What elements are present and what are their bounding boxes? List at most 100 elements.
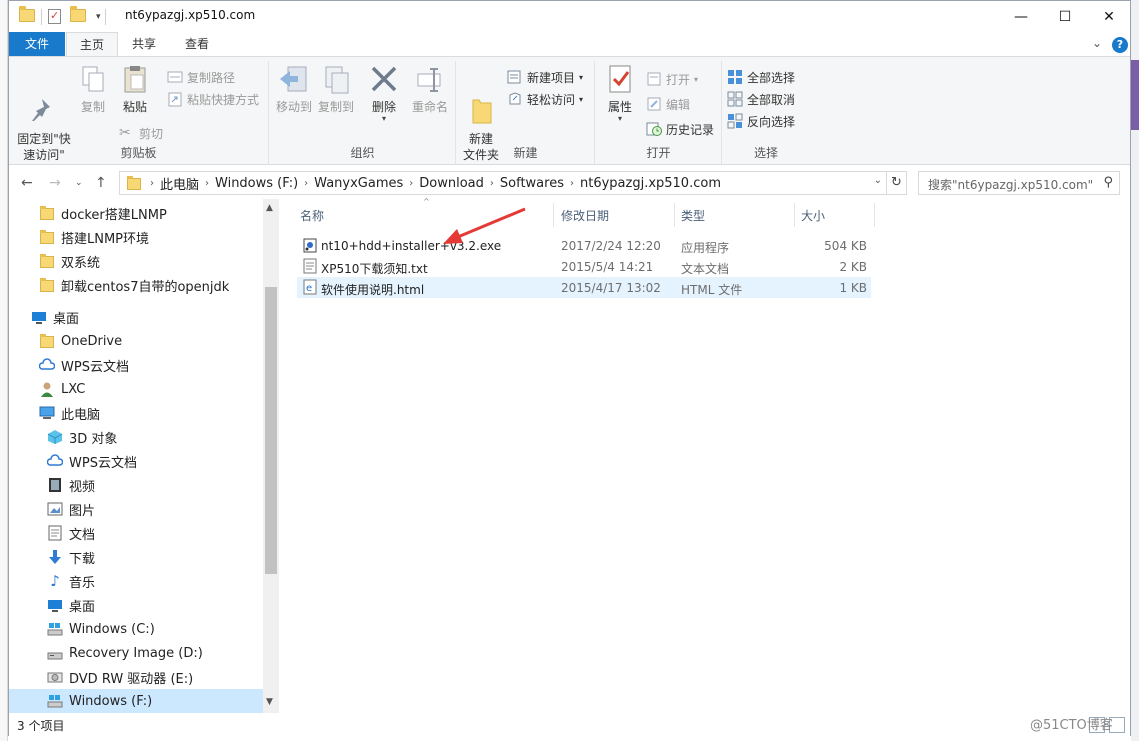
nav-item-label: Recovery Image (D:)	[69, 645, 203, 661]
address-dropdown-icon[interactable]: ⌄	[874, 175, 882, 186]
breadcrumb-separator-icon[interactable]: ›	[409, 178, 413, 189]
music-icon: ♪	[50, 572, 60, 590]
copy-to-button[interactable]: 复制到	[316, 63, 356, 115]
edit-button[interactable]: 编辑	[646, 94, 690, 114]
tab-view[interactable]: 查看	[171, 32, 223, 56]
column-header-type[interactable]: 类型	[681, 207, 705, 224]
breadcrumb-separator-icon[interactable]: ›	[304, 178, 308, 189]
easy-access-button[interactable]: 轻松访问 ▾	[507, 89, 583, 109]
new-folder-icon[interactable]	[70, 6, 86, 25]
nav-item-lnmp-env[interactable]: 搭建LNMP环境	[39, 225, 149, 249]
table-row[interactable]: nt10+hdd+installer+v3.2.exe 2017/2/24 12…	[297, 235, 871, 256]
close-button[interactable]: ✕	[1086, 1, 1132, 32]
column-header-date[interactable]: 修改日期	[561, 207, 609, 224]
table-row[interactable]: XP510下载须知.txt 2015/5/4 14:21 文本文档 2 KB	[297, 256, 871, 277]
copy-path-button[interactable]: 复制路径	[167, 67, 235, 87]
scroll-up-icon[interactable]: ▲	[266, 203, 273, 213]
rename-button[interactable]: 重命名	[408, 63, 452, 115]
search-icon[interactable]: ⚲	[1103, 175, 1113, 190]
breadcrumb-this-pc[interactable]: 此电脑	[160, 174, 199, 193]
nav-item-wps-cloud-2[interactable]: WPS云文档	[46, 449, 137, 473]
select-all-label: 全部选择	[747, 70, 796, 85]
annotation-arrow-icon	[443, 207, 526, 244]
nav-item-drive-d[interactable]: Recovery Image (D:)	[47, 641, 203, 665]
up-arrow-icon[interactable]: ↑	[95, 175, 107, 191]
user-icon	[39, 381, 55, 397]
delete-button[interactable]: 删除 ▾	[364, 63, 404, 123]
nav-item-user-lxc[interactable]: LXC	[39, 377, 85, 401]
nav-item-drive-f[interactable]: Windows (F:)	[9, 689, 263, 713]
invert-selection-icon	[727, 113, 743, 129]
nav-item-uninstall-openjdk[interactable]: 卸载centos7自带的openjdk	[39, 273, 229, 297]
breadcrumb-wanyxgames[interactable]: WanyxGames	[314, 176, 403, 191]
nav-item-drive-c[interactable]: Windows (C:)	[47, 617, 155, 641]
nav-item-desktop[interactable]: 桌面	[31, 305, 79, 329]
nav-item-music[interactable]: ♪ 音乐	[47, 569, 95, 593]
recent-locations-icon[interactable]: ⌄	[75, 178, 83, 188]
nav-item-3d-objects[interactable]: 3D 对象	[47, 425, 117, 449]
nav-item-desktop-2[interactable]: 桌面	[47, 593, 95, 617]
nav-item-videos[interactable]: 视频	[47, 473, 95, 497]
tab-file[interactable]: 文件	[9, 32, 65, 56]
move-to-button[interactable]: 移动到	[274, 63, 314, 115]
nav-item-downloads[interactable]: 下载	[47, 545, 95, 569]
nav-item-this-pc[interactable]: 此电脑	[39, 401, 100, 425]
select-none-button[interactable]: 全部取消	[727, 89, 795, 109]
dvd-icon	[47, 669, 63, 685]
help-icon[interactable]: ?	[1112, 37, 1128, 53]
nav-item-pictures[interactable]: 图片	[47, 497, 95, 521]
breadcrumb-current-folder[interactable]: nt6ypazgj.xp510.com	[580, 176, 721, 191]
nav-item-dvd-e[interactable]: DVD RW 驱动器 (E:)	[47, 665, 193, 689]
minimize-button[interactable]: —	[998, 1, 1044, 32]
edit-label: 编辑	[666, 97, 691, 112]
breadcrumb-separator-icon[interactable]: ›	[570, 178, 574, 189]
invert-selection-button[interactable]: 反向选择	[727, 111, 795, 131]
search-input[interactable]: 搜索"nt6ypazgj.xp510.com" ⚲	[918, 171, 1120, 195]
paste-shortcut-button[interactable]: 粘贴快捷方式	[167, 89, 259, 109]
exe-icon	[303, 237, 317, 253]
back-arrow-icon[interactable]: ←	[21, 175, 33, 191]
open-button[interactable]: 打开 ▾	[646, 69, 698, 89]
breadcrumb-separator-icon[interactable]: ›	[150, 178, 154, 189]
address-bar[interactable]: › 此电脑 › Windows (F:) › WanyxGames › Down…	[119, 171, 887, 195]
breadcrumb-separator-icon[interactable]: ›	[490, 178, 494, 189]
file-size: 1 KB	[839, 281, 867, 295]
nav-item-documents[interactable]: 文档	[47, 521, 95, 545]
column-header-name[interactable]: 名称	[300, 207, 324, 224]
select-all-button[interactable]: 全部选择	[727, 67, 795, 87]
nav-item-docker-lnmp[interactable]: docker搭建LNMP	[39, 201, 167, 225]
collapse-ribbon-icon[interactable]: ⌄	[1092, 36, 1102, 50]
nav-item-dual-system[interactable]: 双系统	[39, 249, 100, 273]
folder-icon	[39, 253, 55, 269]
history-button[interactable]: 历史记录	[646, 119, 714, 139]
nav-scroll-thumb[interactable]	[265, 287, 277, 574]
cloud-icon	[46, 453, 64, 469]
tab-share[interactable]: 共享	[119, 32, 169, 56]
refresh-icon[interactable]: ↻	[887, 171, 907, 195]
breadcrumb-drive-f[interactable]: Windows (F:)	[215, 176, 298, 191]
nav-item-label: 文档	[69, 527, 96, 543]
open-group: 属性 ▾ 打开 ▾ 编辑 历史记录 打开	[596, 61, 722, 165]
nav-item-wps-cloud[interactable]: WPS云文档	[38, 353, 129, 377]
new-item-button[interactable]: 新建项目 ▾	[507, 67, 583, 87]
breadcrumb-download[interactable]: Download	[419, 176, 484, 191]
scroll-down-icon[interactable]: ▼	[266, 697, 273, 707]
nav-scrollbar[interactable]: ▲ ▼	[263, 199, 279, 713]
column-header-size[interactable]: 大小	[801, 207, 825, 224]
forward-arrow-icon[interactable]: →	[49, 175, 61, 191]
tab-home[interactable]: 主页	[66, 32, 118, 57]
move-to-icon	[278, 63, 310, 95]
properties-dropdown-icon[interactable]: ▾	[600, 115, 640, 123]
breadcrumb-separator-icon[interactable]: ›	[205, 178, 209, 189]
nav-item-onedrive[interactable]: OneDrive	[39, 329, 122, 353]
properties-button[interactable]: 属性 ▾	[600, 63, 640, 123]
delete-dropdown-icon[interactable]: ▾	[364, 115, 404, 123]
cut-button[interactable]: ✂ 剪切	[119, 123, 163, 143]
breadcrumb-softwares[interactable]: Softwares	[500, 176, 564, 191]
customize-quick-access-icon[interactable]: ▾	[96, 12, 101, 22]
properties-icon[interactable]	[48, 9, 64, 25]
paste-button[interactable]: 粘贴	[113, 63, 157, 115]
copy-button[interactable]: 复制	[73, 63, 113, 115]
table-row[interactable]: e 软件使用说明.html 2015/4/17 13:02 HTML 文件 1 …	[297, 277, 871, 298]
maximize-button[interactable]: ☐	[1042, 1, 1088, 32]
